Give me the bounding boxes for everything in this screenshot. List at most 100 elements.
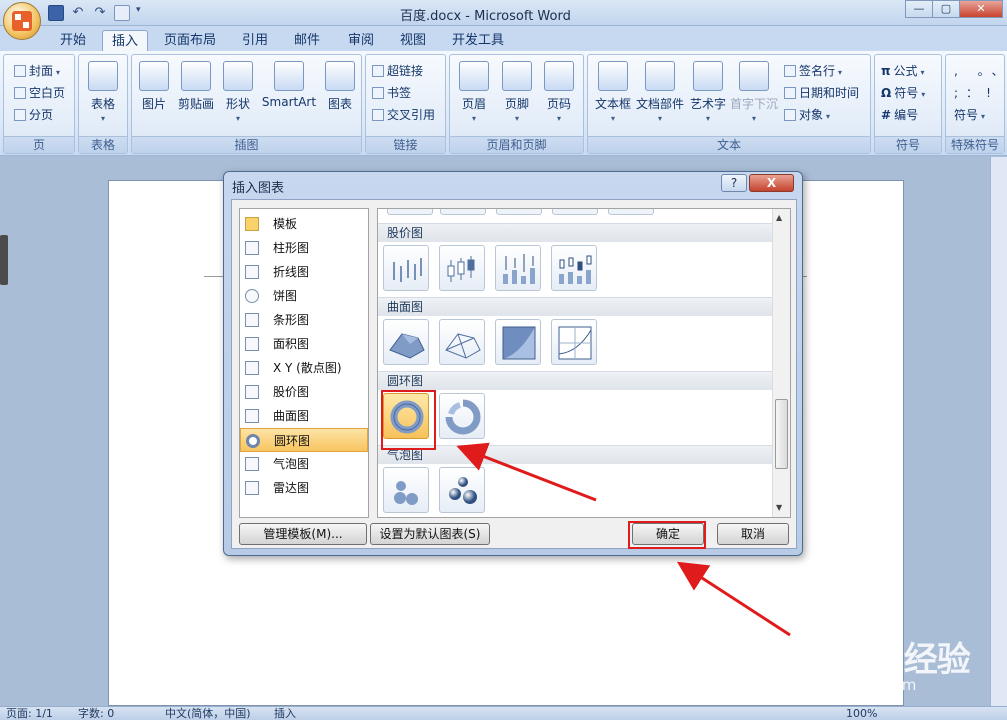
category-radar[interactable]: 雷达图 <box>240 476 368 500</box>
stock-chart-thumbnail[interactable] <box>439 245 485 291</box>
page-break-button[interactable]: 分页 <box>14 105 53 125</box>
chart-thumbnail[interactable] <box>440 209 486 215</box>
page-count[interactable]: 页面: 1/1 <box>6 707 53 720</box>
quick-parts-button[interactable]: 文档部件 ▾ <box>634 61 686 123</box>
scroll-up-icon[interactable]: ▲ <box>776 213 782 222</box>
help-button[interactable]: ? <box>721 174 747 192</box>
surface-chart-thumbnail[interactable] <box>495 319 541 365</box>
shapes-button[interactable]: 形状 ▾ <box>216 61 260 123</box>
signature-line-button[interactable]: 签名行 ▾ <box>784 61 842 81</box>
object-button[interactable]: 对象 ▾ <box>784 105 830 125</box>
clipart-button[interactable]: 剪贴画 <box>174 61 218 112</box>
table-button[interactable]: 表格 ▾ <box>81 61 125 123</box>
redo-icon[interactable]: ↷ <box>92 5 108 21</box>
tab-developer[interactable]: 开发工具 <box>446 30 510 52</box>
tab-insert[interactable]: 插入 <box>102 30 148 52</box>
zoom-level[interactable]: 100% <box>846 707 877 720</box>
vertical-scrollbar[interactable] <box>990 157 1007 706</box>
category-area[interactable]: 面积图 <box>240 332 368 356</box>
customize-toolbar-icon[interactable]: ▾ <box>136 5 144 21</box>
surface-chart-thumbnail[interactable] <box>439 319 485 365</box>
category-stock[interactable]: 股价图 <box>240 380 368 404</box>
equation-button[interactable]: π 公式 ▾ <box>881 61 925 81</box>
set-default-chart-button[interactable]: 设置为默认图表(S) <box>370 523 490 545</box>
insert-mode[interactable]: 插入 <box>274 707 296 720</box>
save-icon[interactable] <box>48 5 64 21</box>
category-scatter[interactable]: X Y (散点图) <box>240 356 368 380</box>
category-line[interactable]: 折线图 <box>240 260 368 284</box>
tab-review[interactable]: 审阅 <box>340 30 382 52</box>
word-count[interactable]: 字数: 0 <box>78 707 114 720</box>
tab-mailings[interactable]: 邮件 <box>286 30 328 52</box>
baidu-watermark: Bai du 经验 jingyan.baidu.com <box>778 610 971 694</box>
chart-thumbnail[interactable] <box>496 209 542 215</box>
category-bar[interactable]: 条形图 <box>240 308 368 332</box>
gallery-scrollbar[interactable]: ▲ ▼ <box>772 209 790 517</box>
category-pie[interactable]: 饼图 <box>240 284 368 308</box>
manage-templates-button[interactable]: 管理模板(M)... <box>239 523 367 545</box>
category-bubble[interactable]: 气泡图 <box>240 452 368 476</box>
office-button[interactable] <box>3 2 41 40</box>
surface-chart-thumbnail[interactable] <box>551 319 597 365</box>
special-symbols-group-label: 特殊符号 <box>946 136 1004 153</box>
watermark-url: jingyan.baidu.com <box>778 676 917 694</box>
category-column[interactable]: 柱形图 <box>240 236 368 260</box>
tab-page-layout[interactable]: 页面布局 <box>158 30 222 52</box>
category-doughnut[interactable]: 圆环图 <box>240 428 368 452</box>
stock-chart-icon <box>245 385 259 399</box>
bubble-chart-thumbnail[interactable] <box>383 467 429 513</box>
special-marks-row-1[interactable]: , 。、 <box>954 61 1007 81</box>
surface-chart-thumbnail[interactable] <box>383 319 429 365</box>
special-symbol-button[interactable]: 符号 ▾ <box>954 105 985 125</box>
cancel-button[interactable]: 取消 <box>717 523 789 545</box>
chart-category-list: 模板 柱形图 折线图 饼图 条形图 面积图 X Y (散点图) 股价图 曲面图 … <box>239 208 369 518</box>
special-marks-row-2[interactable]: ;：! <box>954 83 999 103</box>
chart-button[interactable]: 图表 <box>318 61 362 112</box>
dialog-close-button[interactable]: X <box>749 174 794 192</box>
stock-chart-icon <box>559 255 592 284</box>
status-bar: 页面: 1/1 字数: 0 中文(简体，中国) 插入 100% <box>0 706 1007 720</box>
chart-thumbnail[interactable] <box>387 209 433 215</box>
pie-chart-icon <box>245 289 259 303</box>
wordart-button[interactable]: 艺术字 ▾ <box>686 61 730 123</box>
tab-view[interactable]: 视图 <box>392 30 434 52</box>
chart-thumbnail[interactable] <box>552 209 598 215</box>
page-number-button[interactable]: 页码 ▾ <box>537 61 581 123</box>
header-button[interactable]: 页眉 ▾ <box>452 61 496 123</box>
symbol-button[interactable]: Ω 符号 ▾ <box>881 83 925 103</box>
blank-page-button[interactable]: 空白页 <box>14 83 65 103</box>
3d-bubble-chart-thumbnail[interactable] <box>439 467 485 513</box>
scroll-thumb[interactable] <box>775 399 788 469</box>
stock-chart-thumbnail[interactable] <box>551 245 597 291</box>
chart-thumbnail[interactable] <box>608 209 654 215</box>
category-surface[interactable]: 曲面图 <box>240 404 368 428</box>
ribbon: 封面 ▾ 空白页 分页 页 表格 ▾ 表格 图片 剪贴画 形状 ▾ SmartArt … <box>0 51 1007 156</box>
drop-cap-icon <box>739 61 769 91</box>
tab-home[interactable]: 开始 <box>52 30 94 52</box>
number-sign-icon: # <box>881 108 892 122</box>
bookmark-button[interactable]: 书签 <box>372 83 411 103</box>
close-window-button[interactable]: ✕ <box>959 0 1003 18</box>
stock-chart-thumbnail[interactable] <box>383 245 429 291</box>
textbox-button[interactable]: 文本框 ▾ <box>591 61 635 123</box>
numbering-button[interactable]: # 编号 <box>881 105 918 125</box>
tab-references[interactable]: 引用 <box>234 30 276 52</box>
stock-chart-thumbnail[interactable] <box>495 245 541 291</box>
drop-cap-button[interactable]: 首字下沉 ▾ <box>728 61 780 123</box>
category-templates[interactable]: 模板 <box>240 212 368 236</box>
undo-icon[interactable]: ↶ <box>70 5 86 21</box>
maximize-button[interactable]: ▢ <box>932 0 960 18</box>
cover-page-button[interactable]: 封面 ▾ <box>14 61 60 81</box>
cross-reference-button[interactable]: 交叉引用 <box>372 105 435 125</box>
picture-button[interactable]: 图片 <box>132 61 176 112</box>
scroll-down-icon[interactable]: ▼ <box>776 503 782 512</box>
minimize-button[interactable]: — <box>905 0 933 18</box>
footer-button[interactable]: 页脚 ▾ <box>495 61 539 123</box>
language-status[interactable]: 中文(简体，中国) <box>165 707 251 720</box>
date-time-icon <box>784 87 796 99</box>
date-time-button[interactable]: 日期和时间 <box>784 83 859 103</box>
print-preview-icon[interactable] <box>114 5 130 21</box>
hyperlink-button[interactable]: 超链接 <box>372 61 423 81</box>
smartart-button[interactable]: SmartArt <box>260 61 318 109</box>
exploded-doughnut-thumbnail[interactable] <box>439 393 485 439</box>
